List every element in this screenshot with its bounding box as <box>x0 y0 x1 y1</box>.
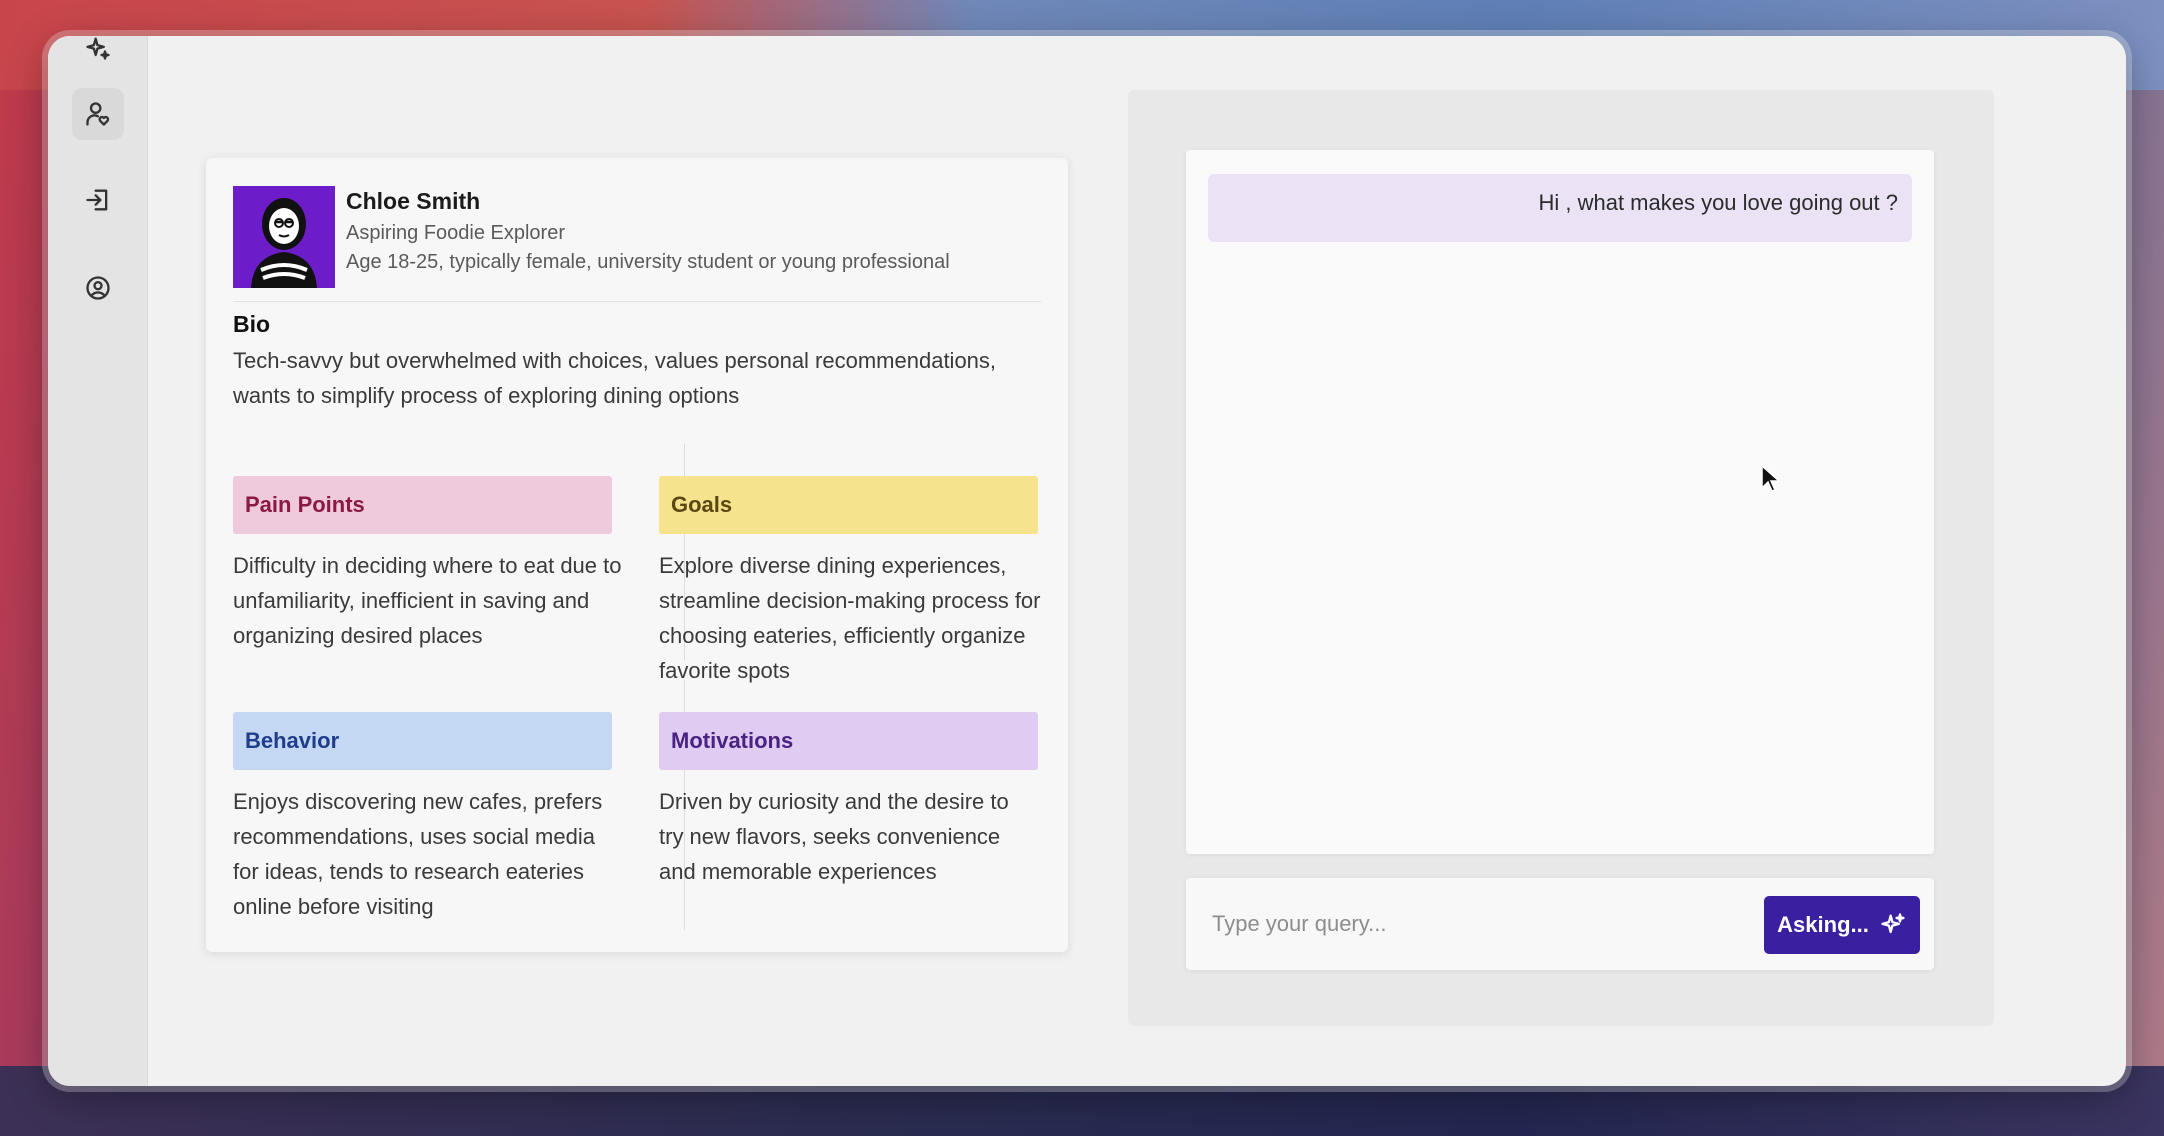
persona-name: Chloe Smith <box>346 188 481 214</box>
sidebar-item-sparkle[interactable] <box>72 36 124 74</box>
bio-heading: Bio <box>233 311 271 337</box>
pain-points-heading: Pain Points <box>233 476 612 534</box>
sidebar-item-login[interactable] <box>72 174 124 226</box>
motivations-text: Driven by curiosity and the desire to tr… <box>659 789 1009 884</box>
user-message: Hi , what makes you love going out ? <box>1208 174 1912 242</box>
ask-button[interactable]: Asking... <box>1764 896 1920 954</box>
mouse-cursor-icon <box>1761 464 1781 492</box>
divider <box>233 301 1041 302</box>
sidebar-item-personas[interactable] <box>72 88 124 140</box>
chat-messages[interactable]: Hi , what makes you love going out ? <box>1186 150 1934 854</box>
behavior-text: Enjoys discovering new cafes, prefers re… <box>233 789 603 919</box>
sidebar <box>48 36 148 1086</box>
ask-button-label: Asking... <box>1777 912 1869 937</box>
chat-panel: Hi , what makes you love going out ? Ask… <box>1128 90 1994 1026</box>
sidebar-item-account[interactable] <box>72 262 124 314</box>
sparkle-icon <box>1881 913 1905 934</box>
goals-heading: Goals <box>659 476 1038 534</box>
goals-text: Explore diverse dining experiences, stre… <box>659 553 1041 683</box>
persona-card: Chloe Smith Aspiring Foodie Explorer Age… <box>206 158 1068 952</box>
user-heart-icon <box>86 102 110 126</box>
user-circle-icon <box>86 276 110 300</box>
login-icon <box>86 189 108 211</box>
bio-text: Tech-savvy but overwhelmed with choices,… <box>233 348 997 408</box>
pain-points-text: Difficulty in deciding where to eat due … <box>233 553 622 648</box>
persona-role: Aspiring Foodie Explorer <box>346 222 565 244</box>
motivations-heading: Motivations <box>659 712 1038 770</box>
query-bar: Asking... <box>1186 878 1934 970</box>
behavior-heading: Behavior <box>233 712 612 770</box>
sparkle-icon <box>86 37 110 60</box>
persona-avatar <box>233 186 335 288</box>
query-input[interactable] <box>1212 904 1732 944</box>
app-window: Chloe Smith Aspiring Foodie Explorer Age… <box>48 36 2126 1086</box>
persona-demographics: Age 18-25, typically female, university … <box>346 251 950 273</box>
